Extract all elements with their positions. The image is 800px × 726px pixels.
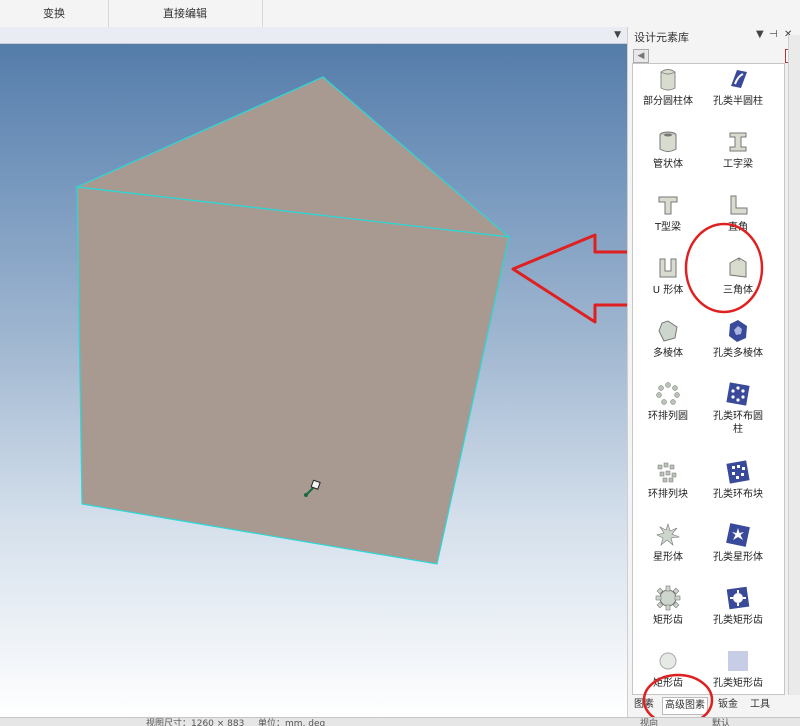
tab-sheet-metal[interactable]: 钣金: [718, 697, 738, 713]
hole-rect-gear-icon: [728, 651, 748, 671]
hole-star-icon: [726, 523, 750, 547]
polyhedron-icon: [658, 320, 678, 342]
back-arrow-icon[interactable]: ◀: [633, 49, 649, 63]
t-beam-icon: [658, 196, 678, 215]
lib-item-rect-gear-2[interactable]: 矩形齿: [633, 648, 703, 690]
lib-item-hole-star[interactable]: 孔类星形体: [703, 522, 773, 564]
right-angle-icon: [730, 195, 748, 215]
lib-item-hole-half-cylinder[interactable]: 孔类半圆柱: [703, 66, 773, 108]
triangle-prism-icon: [729, 257, 747, 278]
lib-item-triangle-prism[interactable]: 三角体: [703, 255, 773, 297]
lib-item-hole-ring-cylinder[interactable]: 孔类环布圆柱: [703, 381, 773, 436]
lib-item-rect-gear[interactable]: 矩形齿: [633, 585, 703, 627]
rect-gear-icon: [655, 585, 681, 611]
tube-icon: [659, 131, 677, 152]
rect-gear-icon: [659, 652, 677, 670]
scene-canvas: [74, 76, 627, 565]
hole-ring-block-icon: [726, 460, 750, 484]
lib-item-hole-rect-gear-2[interactable]: 孔类矩形齿: [703, 648, 773, 690]
3d-viewport[interactable]: ▼: [0, 27, 627, 717]
lib-item-polyhedron[interactable]: 多棱体: [633, 318, 703, 360]
lib-item-hole-polyhedron[interactable]: 孔类多棱体: [703, 318, 773, 360]
hole-polyhedron-icon: [729, 320, 747, 342]
panel-title: 设计元素库: [634, 31, 689, 44]
lib-item-ring-array-block[interactable]: 环排列块: [633, 459, 703, 501]
design-element-library-panel: 设计元素库 ▼ ⊣ ✕ ◀ ✕ 部分圆柱体 孔类半圆柱 管状体 工字梁 T型梁: [627, 27, 800, 717]
prism-front-face: [76, 186, 510, 565]
lib-item-u-shape[interactable]: U 形体: [633, 255, 703, 297]
ring-array-circle-icon: [656, 382, 680, 405]
hole-ring-cylinder-icon: [726, 382, 750, 406]
tab-advanced-shapes[interactable]: 高级图素: [662, 697, 708, 715]
i-beam-icon: [729, 132, 747, 152]
panel-menu-icon[interactable]: ▼: [756, 29, 764, 40]
partial-cylinder-icon: [660, 69, 676, 91]
ribbon-tabs: 变换 直接编辑: [0, 0, 800, 28]
hole-half-cylinder-icon: [731, 70, 747, 88]
lib-item-star-shape[interactable]: 星形体: [633, 522, 703, 564]
window-scrollbar[interactable]: [788, 35, 800, 695]
tab-direct-edit[interactable]: 直接编辑: [108, 0, 263, 27]
tab-transform[interactable]: 变换: [0, 0, 109, 27]
lib-item-hole-ring-block[interactable]: 孔类环布块: [703, 459, 773, 501]
lib-item-t-beam[interactable]: T型梁: [633, 192, 703, 234]
lib-item-tube[interactable]: 管状体: [633, 129, 703, 171]
hole-rect-gear-icon: [726, 586, 750, 610]
lib-item-partial-cylinder[interactable]: 部分圆柱体: [633, 66, 703, 108]
annotation-arrow: [511, 233, 627, 324]
u-shape-icon: [659, 258, 677, 278]
lib-item-hole-rect-gear[interactable]: 孔类矩形齿: [703, 585, 773, 627]
lib-item-i-beam[interactable]: 工字梁: [703, 129, 773, 171]
library-category-tabs: 图素 高级图素 钣金 工具: [632, 694, 792, 716]
star-shape-icon: [656, 522, 681, 546]
tab-tools[interactable]: 工具: [750, 697, 770, 713]
ring-array-block-icon: [657, 462, 677, 483]
pin-icon[interactable]: ⊣: [769, 29, 778, 40]
tab-shapes[interactable]: 图素: [634, 697, 654, 713]
lib-item-ring-array-circle[interactable]: 环排列圆: [633, 381, 703, 423]
lib-item-right-angle[interactable]: 直角: [703, 192, 773, 234]
element-list[interactable]: 部分圆柱体 孔类半圆柱 管状体 工字梁 T型梁 直角 U 形体 三角体 多棱体 …: [632, 63, 785, 695]
library-nav: ◀ ✕: [632, 49, 799, 63]
